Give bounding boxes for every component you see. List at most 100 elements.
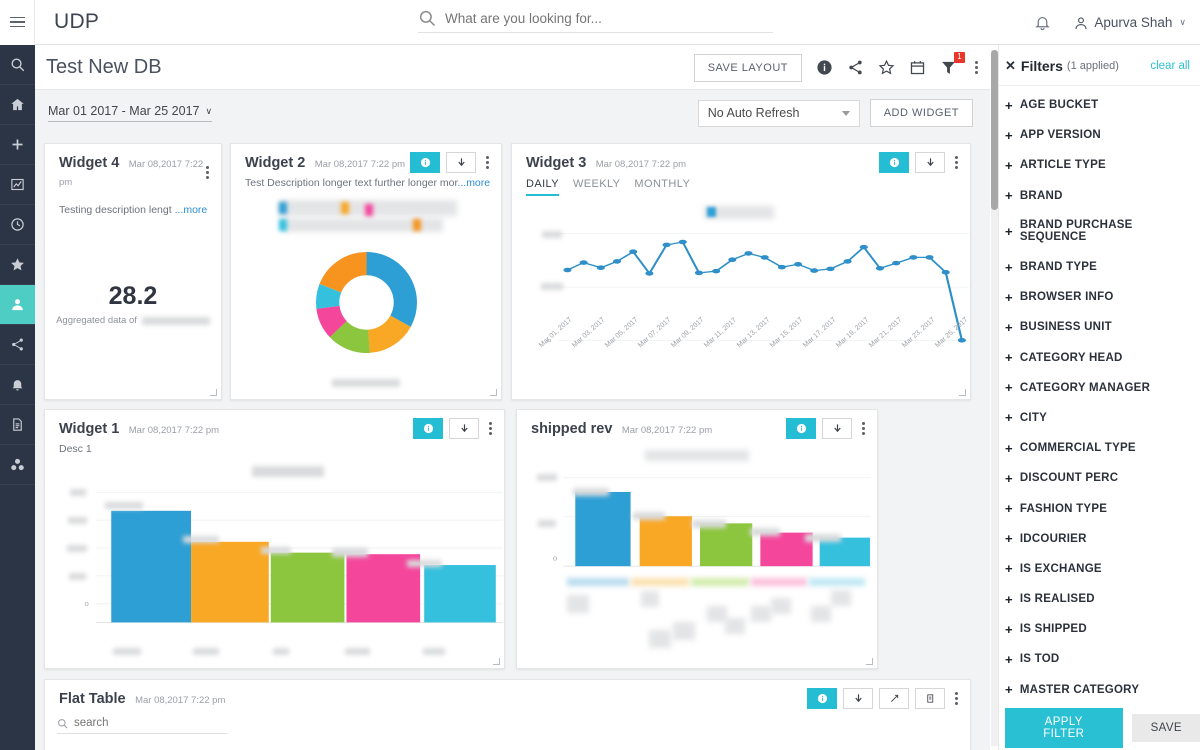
kebab-icon[interactable] [202,166,213,179]
download-icon[interactable] [449,418,479,439]
apply-filter-button[interactable]: APPLY FILTER [1005,708,1123,748]
table-search-input[interactable] [74,717,227,729]
info-icon[interactable] [807,688,837,709]
download-icon[interactable] [843,688,873,709]
save-layout-button[interactable]: SAVE LAYOUT [694,54,802,82]
widget-header: Widget 3 Mar 08,2017 7:22 pm [512,144,970,172]
filter-item[interactable]: +BRAND [999,181,1200,211]
widget-widget3[interactable]: Widget 3 Mar 08,2017 7:22 pm DAILY WEEKL… [511,143,971,400]
date-range-picker[interactable]: Mar 01 2017 - Mar 25 2017 ∨ [48,104,212,122]
kebab-icon[interactable] [951,692,962,705]
more-link[interactable]: ...more [175,204,208,216]
table-search[interactable] [57,717,227,734]
copy-icon[interactable] [915,688,945,709]
sidebar-item-share[interactable] [0,325,35,365]
widget-actions [879,152,962,173]
sidebar-item-home[interactable] [0,85,35,125]
save-filter-button[interactable]: SAVE [1132,714,1200,742]
close-icon[interactable]: ✕ [1005,58,1016,74]
filter-item[interactable]: +CATEGORY HEAD [999,343,1200,373]
star-icon[interactable] [878,59,895,76]
widget-shippedrev[interactable]: shipped rev Mar 08,2017 7:22 pm [516,409,878,669]
tab-weekly[interactable]: WEEKLY [573,178,620,196]
sidebar-item-reports[interactable] [0,405,35,445]
hamburger-icon[interactable] [0,0,35,45]
widget-resize-handle[interactable] [210,389,217,396]
kebab-icon[interactable] [858,422,869,435]
widget-resize-handle[interactable] [490,389,497,396]
share-icon[interactable] [847,59,864,76]
x-axis-blurred-labels [525,578,875,658]
filter-item[interactable]: +IS REALISED [999,584,1200,614]
tab-daily[interactable]: DAILY [526,178,559,196]
kebab-icon[interactable] [485,422,496,435]
widget-resize-handle[interactable] [866,658,873,665]
global-search[interactable] [418,9,773,33]
kebab-icon[interactable] [971,61,982,74]
filter-item[interactable]: +IDCOURIER [999,524,1200,554]
filter-item-label: CATEGORY HEAD [1020,352,1123,364]
more-link[interactable]: ...more [457,177,490,189]
filter-item[interactable]: +IS EXCHANGE [999,554,1200,584]
app-brand: UDP [54,10,99,34]
canvas-scrollbar[interactable] [991,50,998,746]
calendar-icon[interactable] [909,59,926,76]
sidebar-item-profile[interactable] [0,285,35,325]
filter-item[interactable]: +IS TOD [999,644,1200,674]
widget-widget2[interactable]: Widget 2 Mar 08,2017 7:22 pm Test Descri… [230,143,502,400]
x-label-blurred [345,648,370,655]
plus-icon: + [1005,562,1013,575]
scrollbar-thumb[interactable] [991,50,998,210]
widget-widget4[interactable]: Widget 4 Mar 08,2017 7:22 pm Testing des… [44,143,222,400]
sidebar-item-search[interactable] [0,45,35,85]
bell-icon[interactable] [1034,13,1051,32]
expand-icon[interactable] [879,688,909,709]
filter-item[interactable]: +BUSINESS UNIT [999,312,1200,342]
kebab-icon[interactable] [951,156,962,169]
kebab-icon[interactable] [482,156,493,169]
info-icon[interactable] [410,152,440,173]
plus-icon: + [1005,593,1013,606]
sidebar-item-alerts[interactable] [0,365,35,405]
info-icon[interactable] [879,152,909,173]
tab-monthly[interactable]: MONTHLY [634,178,690,196]
info-icon[interactable] [413,418,443,439]
filter-item[interactable]: +APP VERSION [999,120,1200,150]
widget-resize-handle[interactable] [493,658,500,665]
user-menu[interactable]: Apurva Shah ∨ [1073,15,1186,31]
widget-flattable[interactable]: Flat Table Mar 08,2017 7:22 pm [44,679,971,750]
filter-item[interactable]: +CITY [999,403,1200,433]
download-icon[interactable] [822,418,852,439]
filter-item[interactable]: +COMMERCIAL TYPE [999,433,1200,463]
widget-widget1[interactable]: Widget 1 Mar 08,2017 7:22 pm Desc 1 [44,409,505,669]
info-icon[interactable] [786,418,816,439]
filter-item[interactable]: +BRAND PURCHASE SEQUENCE [999,211,1200,252]
add-widget-button[interactable]: ADD WIDGET [870,99,973,127]
sidebar-item-favorites[interactable] [0,245,35,285]
filter-item[interactable]: +BROWSER INFO [999,282,1200,312]
filter-item[interactable]: +MASTER CATEGORY [999,675,1200,705]
clear-all-link[interactable]: clear all [1150,60,1190,72]
sidebar-item-analytics[interactable] [0,165,35,205]
widget-resize-handle[interactable] [959,389,966,396]
filter-item[interactable]: +AGE BUCKET [999,90,1200,120]
auto-refresh-select[interactable]: No Auto Refresh [698,100,860,127]
filter-item[interactable]: +BRAND TYPE [999,252,1200,282]
filter-item[interactable]: +CATEGORY MANAGER [999,373,1200,403]
funnel-icon[interactable]: 1 [940,59,957,76]
filter-item[interactable]: +FASHION TYPE [999,493,1200,523]
x-label-blurred [423,648,445,655]
sidebar-item-add[interactable] [0,125,35,165]
sidebar-item-recent[interactable] [0,205,35,245]
filters-panel: ✕ Filters (1 applied) clear all +AGE BUC… [998,45,1200,750]
info-icon[interactable] [816,59,833,76]
filter-item[interactable]: +ARTICLE TYPE [999,150,1200,180]
sidebar-item-cluster[interactable] [0,445,35,485]
download-icon[interactable] [915,152,945,173]
filter-item[interactable]: +IS SHIPPED [999,614,1200,644]
top-bar: UDP Apurva Shah ∨ [0,0,1200,45]
plus-icon: + [1005,321,1013,334]
download-icon[interactable] [446,152,476,173]
search-input[interactable] [445,11,773,26]
filter-item[interactable]: +DISCOUNT PERC [999,463,1200,493]
